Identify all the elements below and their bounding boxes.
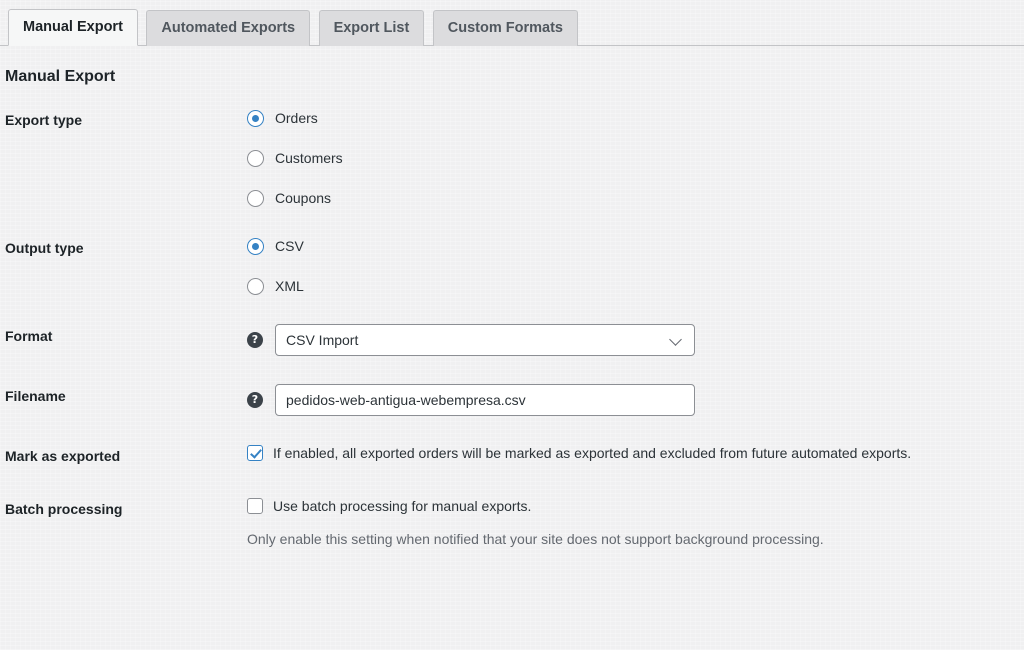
filename-input[interactable]: pedidos-web-antigua-webempresa.csv — [275, 384, 695, 417]
help-icon[interactable]: ? — [247, 332, 263, 349]
radio-customers[interactable] — [247, 149, 264, 167]
batch-processing-text[interactable]: Use batch processing for manual exports. — [273, 497, 531, 517]
format-select[interactable]: CSV Import — [275, 324, 695, 357]
form-row-filename: Filename ? pedidos-web-antigua-webempres… — [0, 370, 1024, 430]
filename-input-value: pedidos-web-antigua-webempresa.csv — [286, 392, 526, 409]
mark-as-exported-row[interactable]: If enabled, all exported orders will be … — [247, 444, 1014, 464]
tab-export-list[interactable]: Export List — [318, 10, 425, 47]
field-export-type: Orders Customers Coupons — [247, 94, 1024, 222]
batch-processing-checkbox[interactable] — [247, 498, 263, 515]
radio-csv[interactable] — [247, 237, 264, 255]
radio-orders[interactable] — [247, 109, 264, 127]
mark-as-exported-checkbox[interactable] — [247, 445, 263, 462]
label-filename: Filename — [5, 388, 66, 405]
radio-option-customers[interactable]: Customers — [247, 148, 1014, 168]
form-row-export-type: Export type Orders Customers Coupons — [0, 94, 1024, 222]
radio-xml[interactable] — [247, 277, 264, 295]
manual-export-page: Manual Export Automated Exports Export L… — [0, 0, 1024, 564]
settings-tab-bar: Manual Export Automated Exports Export L… — [0, 0, 1024, 47]
radio-label-xml[interactable]: XML — [275, 279, 304, 293]
radio-option-orders[interactable]: Orders — [247, 108, 1014, 128]
radio-label-coupons[interactable]: Coupons — [275, 191, 331, 205]
tab-automated-exports[interactable]: Automated Exports — [146, 10, 311, 47]
help-icon[interactable]: ? — [247, 392, 263, 409]
radio-option-xml[interactable]: XML — [247, 276, 1014, 296]
label-output-type: Output type — [5, 240, 84, 257]
radio-option-csv[interactable]: CSV — [247, 236, 1014, 256]
radio-label-csv[interactable]: CSV — [275, 239, 304, 253]
field-mark-as-exported: If enabled, all exported orders will be … — [247, 430, 1024, 483]
radio-coupons[interactable] — [247, 189, 264, 207]
tab-manual-export[interactable]: Manual Export — [8, 9, 138, 47]
chevron-down-icon — [670, 333, 684, 347]
label-mark-as-exported: Mark as exported — [5, 448, 121, 465]
page-title: Manual Export — [5, 68, 116, 85]
label-format: Format — [5, 328, 53, 345]
batch-processing-row[interactable]: Use batch processing for manual exports. — [247, 497, 1014, 517]
field-format: ? CSV Import — [247, 310, 1024, 370]
filename-field-line: ? pedidos-web-antigua-webempresa.csv — [247, 384, 1014, 417]
field-output-type: CSV XML — [247, 222, 1024, 310]
batch-processing-description: Only enable this setting when notified t… — [247, 530, 824, 547]
format-field-line: ? CSV Import — [247, 324, 1014, 357]
label-batch-processing: Batch processing — [5, 501, 123, 518]
form-row-batch-processing: Batch processing Use batch processing fo… — [0, 483, 1024, 564]
format-select-value: CSV Import — [286, 332, 359, 349]
field-batch-processing: Use batch processing for manual exports.… — [247, 483, 1024, 564]
form-row-mark-as-exported: Mark as exported If enabled, all exporte… — [0, 430, 1024, 483]
manual-export-form: Export type Orders Customers Coupons Out… — [0, 94, 1024, 563]
mark-as-exported-text[interactable]: If enabled, all exported orders will be … — [273, 444, 911, 464]
radio-label-orders[interactable]: Orders — [275, 111, 318, 125]
radio-option-coupons[interactable]: Coupons — [247, 188, 1014, 208]
form-row-format: Format ? CSV Import — [0, 310, 1024, 370]
radio-label-customers[interactable]: Customers — [275, 151, 343, 165]
tab-custom-formats[interactable]: Custom Formats — [432, 10, 578, 47]
field-filename: ? pedidos-web-antigua-webempresa.csv — [247, 370, 1024, 430]
label-export-type: Export type — [5, 112, 83, 129]
form-row-output-type: Output type CSV XML — [0, 222, 1024, 310]
